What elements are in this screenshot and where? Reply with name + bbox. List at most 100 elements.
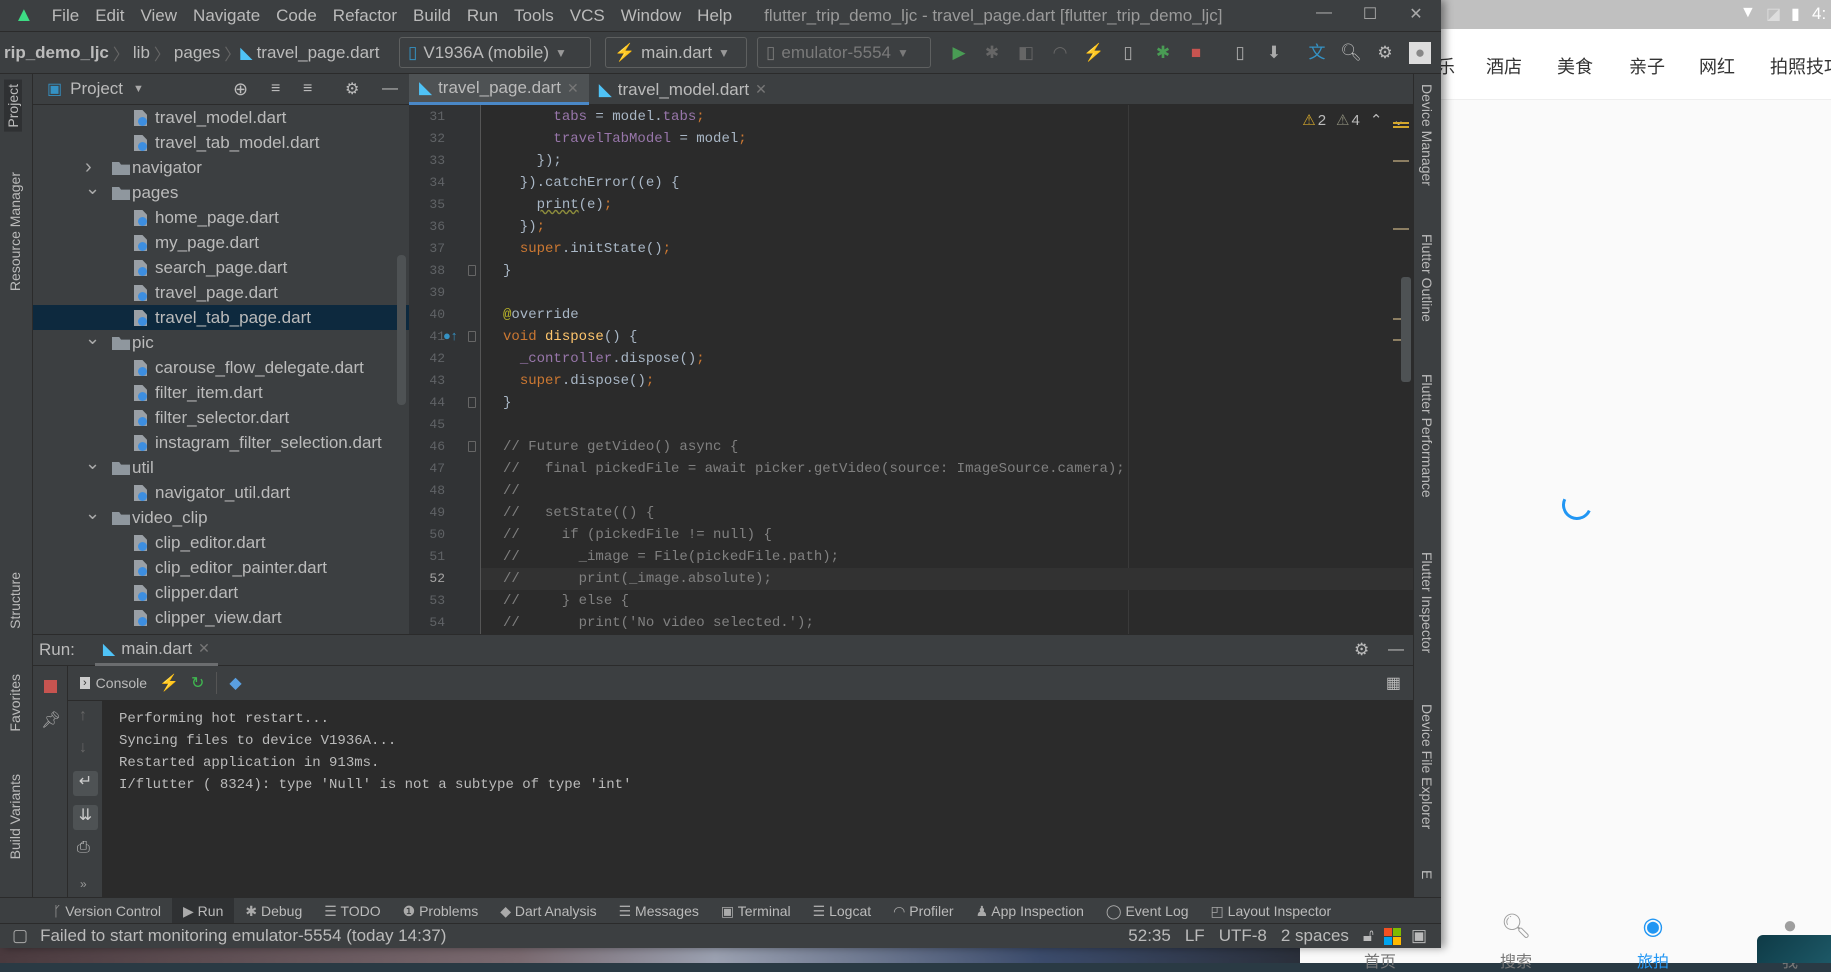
tree-scrollbar[interactable] — [397, 255, 406, 405]
tree-item[interactable]: travel_tab_model.dart — [33, 130, 409, 155]
menu-edit[interactable]: Edit — [87, 6, 132, 26]
maximize-button[interactable]: ☐ — [1350, 4, 1390, 24]
dart-devtools-icon[interactable]: ◆ — [229, 673, 241, 693]
emulator-selector[interactable]: ▯ emulator-5554 ▼ — [757, 37, 931, 68]
file-encoding[interactable]: UTF-8 — [1219, 926, 1267, 946]
gear-icon[interactable]: ⚙ — [345, 79, 359, 99]
override-gutter-icon[interactable]: ●↑ — [443, 328, 457, 343]
tool-window-messages[interactable]: ☰ Messages — [608, 898, 710, 924]
expand-all-icon[interactable]: ≡ — [271, 80, 280, 98]
tree-item[interactable]: ⌄ video_clip — [33, 503, 409, 530]
tool-window-problems[interactable]: ❶ Problems — [392, 898, 490, 924]
menu-tools[interactable]: Tools — [506, 6, 562, 26]
close-button[interactable]: ✕ — [1396, 4, 1436, 24]
category-tab[interactable]: 网红 — [1699, 53, 1735, 79]
tool-structure[interactable]: Structure — [7, 572, 23, 629]
minimize-icon[interactable]: — — [1388, 641, 1404, 659]
tool-project[interactable]: Project — [4, 80, 22, 132]
soft-wrap-icon[interactable]: ↵ — [73, 771, 98, 796]
tool-flutter-performance[interactable]: Flutter Performance — [1419, 374, 1435, 498]
fold-marker-icon[interactable] — [468, 265, 476, 276]
run-tab-main[interactable]: ◣ main.dart ✕ — [94, 635, 218, 666]
menu-run[interactable]: Run — [459, 6, 506, 26]
menu-help[interactable]: Help — [689, 6, 740, 26]
tool-flutter-outline[interactable]: Flutter Outline — [1419, 234, 1435, 322]
fold-marker-icon[interactable] — [468, 441, 476, 452]
warning-stripe[interactable] — [1393, 126, 1409, 128]
editor-scrollbar[interactable] — [1401, 277, 1411, 382]
caret-position[interactable]: 52:35 — [1128, 926, 1171, 946]
inspection-widget[interactable]: ⚠ 2 ⚠ 4 ⌃ ⌄ — [1302, 111, 1405, 130]
tool-window-event-log[interactable]: ◯ Event Log — [1095, 898, 1200, 924]
tool-window-app-inspection[interactable]: ♟ App Inspection — [965, 898, 1095, 924]
stop-button[interactable] — [44, 680, 57, 693]
translate-icon[interactable]: 文 — [1306, 42, 1328, 64]
tree-item[interactable]: home_page.dart — [33, 205, 409, 230]
bottom-nav-camera[interactable]: ◉ 旅拍 — [1623, 912, 1683, 971]
notifications-icon[interactable]: ▣ — [1411, 926, 1427, 946]
hot-reload-icon[interactable]: ⚡ — [1083, 42, 1105, 64]
menu-vcs[interactable]: VCS — [562, 6, 613, 26]
menu-navigate[interactable]: Navigate — [185, 6, 268, 26]
print-icon[interactable]: ⎙ — [77, 839, 90, 857]
tree-item[interactable]: my_page.dart — [33, 230, 409, 255]
chevron-down-icon[interactable]: ⌄ — [85, 176, 100, 201]
tree-item[interactable]: clipper_view.dart — [33, 605, 409, 630]
minimize-icon[interactable]: — — [382, 80, 398, 98]
tool-window-version-control[interactable]: ᚴ Version Control — [42, 898, 172, 924]
menu-file[interactable]: File — [44, 6, 87, 26]
down-arrow-icon[interactable]: ↓ — [79, 739, 87, 757]
minimize-button[interactable]: — — [1304, 4, 1344, 22]
tree-item[interactable]: search_page.dart — [33, 255, 409, 280]
hot-reload-icon[interactable]: ⚡ — [159, 673, 179, 693]
category-tab[interactable]: 酒店 — [1486, 53, 1522, 79]
run-icon[interactable]: ▶ — [948, 42, 970, 64]
tool-window-debug[interactable]: ✱ Debug — [234, 898, 313, 924]
fold-marker-icon[interactable] — [468, 331, 476, 342]
warning-stripe[interactable] — [1393, 160, 1409, 162]
locate-icon[interactable]: ⊕ — [233, 79, 248, 100]
breadcrumb-project[interactable]: rip_demo_ljc — [0, 43, 113, 63]
collapse-all-icon[interactable]: ≡ — [303, 80, 312, 98]
tree-item[interactable]: filter_item.dart — [33, 380, 409, 405]
console-tab[interactable]: Console — [96, 675, 147, 691]
code-editor[interactable]: 31 32 33 34 35 36 37 38 39 40 41 ●↑ 42 43 44 45 46 47 48 49… — [409, 105, 1413, 634]
tool-window-run[interactable]: ▶ Run — [172, 897, 235, 924]
warning-stripe[interactable] — [1393, 122, 1409, 124]
lock-icon[interactable]: 🔓︎ — [1363, 926, 1374, 946]
run-config-selector[interactable]: ⚡ main.dart ▼ — [605, 37, 747, 68]
line-separator[interactable]: LF — [1185, 926, 1205, 946]
tool-window-terminal[interactable]: ▣ Terminal — [710, 898, 802, 924]
tool-window-logcat[interactable]: ☰ Logcat — [802, 898, 883, 924]
tab-travel_page-dart[interactable]: ◣ travel_page.dart ✕ — [409, 74, 589, 105]
menu-build[interactable]: Build — [405, 6, 459, 26]
tool-device-file-explorer[interactable]: Device File Explorer — [1419, 704, 1435, 829]
warning-stripe[interactable] — [1393, 228, 1409, 230]
coverage-icon[interactable]: ◧ — [1015, 42, 1037, 64]
bottom-nav-search[interactable]: 🔍︎ 搜索 — [1486, 912, 1546, 971]
profile-icon[interactable]: ◠ — [1049, 42, 1071, 64]
more-icon[interactable]: » — [80, 877, 87, 891]
menu-view[interactable]: View — [133, 6, 186, 26]
tool-window-dart-analysis[interactable]: ◆ Dart Analysis — [489, 898, 607, 924]
menu-code[interactable]: Code — [268, 6, 325, 26]
apply-changes-icon[interactable]: ▯ — [1117, 42, 1139, 64]
tool-device-manager[interactable]: Device Manager — [1419, 84, 1435, 186]
tree-item[interactable]: filter_selector.dart — [33, 405, 409, 430]
hot-restart-icon[interactable]: ↻ — [191, 673, 204, 693]
attach-debugger-icon[interactable]: ✱ — [1152, 42, 1174, 64]
close-icon[interactable]: ✕ — [198, 640, 210, 657]
tree-item[interactable]: clipper.dart — [33, 580, 409, 605]
debug-icon[interactable]: ✱ — [981, 42, 1003, 64]
breadcrumb-file[interactable]: travel_page.dart — [253, 43, 384, 63]
gear-icon[interactable]: ⚙ — [1354, 640, 1369, 660]
tool-window-todo[interactable]: ☰ TODO — [313, 898, 391, 924]
tab-travel_model-dart[interactable]: ◣ travel_model.dart ✕ — [589, 74, 777, 105]
tool-window-profiler[interactable]: ◠ Profiler — [882, 898, 964, 924]
tree-item[interactable]: clip_editor_painter.dart — [33, 555, 409, 580]
tool-favorites[interactable]: Favorites — [7, 674, 23, 732]
device-manager-icon[interactable]: ▯ — [1229, 42, 1251, 64]
scroll-to-end-icon[interactable]: ⇊ — [73, 805, 98, 830]
chevron-down-icon[interactable]: ⌄ — [85, 451, 100, 476]
tool-resource-manager[interactable]: Resource Manager — [7, 172, 23, 291]
